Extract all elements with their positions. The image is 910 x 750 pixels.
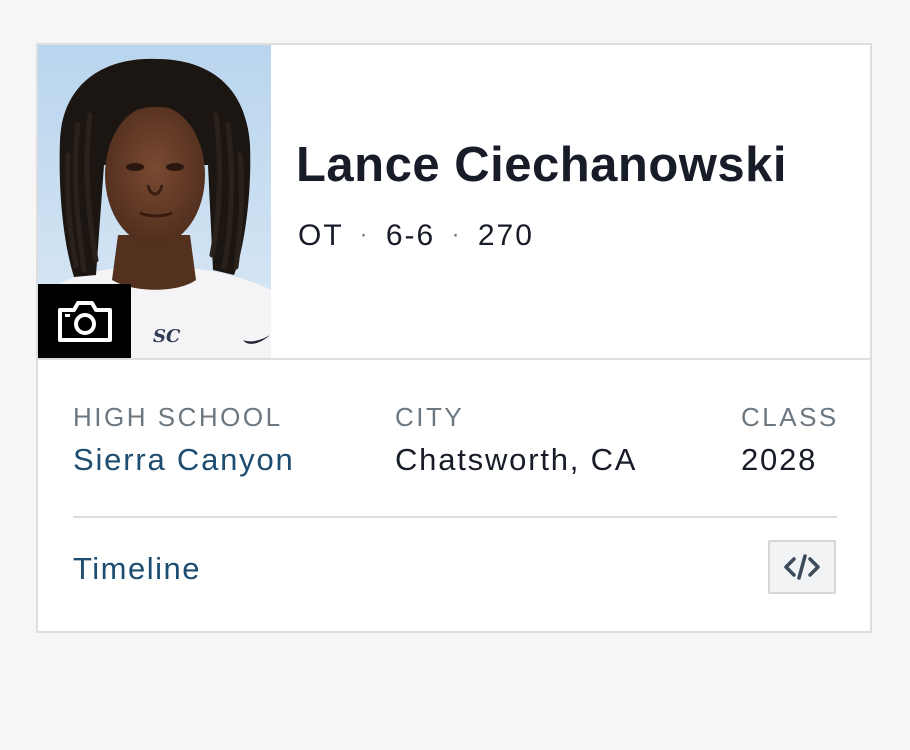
separator: · <box>359 221 370 248</box>
high-school-label: HIGH SCHOOL <box>73 402 283 432</box>
player-photo: SC <box>38 45 271 358</box>
photo-gallery-button[interactable] <box>38 284 131 358</box>
code-embed-icon <box>784 554 820 580</box>
player-height: 6-6 <box>385 219 436 252</box>
separator: · <box>451 221 462 248</box>
class-label: CLASS <box>741 402 839 432</box>
city-label: CITY <box>395 402 465 432</box>
timeline-link[interactable]: Timeline <box>73 551 201 587</box>
player-weight: 270 <box>477 219 534 252</box>
class-value: 2028 <box>741 442 818 477</box>
player-header: SC Lance Ciechanowski OT · 6-6 · 270 <box>38 45 870 360</box>
jersey-logo: SC <box>153 326 181 347</box>
divider <box>73 516 837 518</box>
city-value: Chatsworth, CA <box>395 442 638 477</box>
high-school-link[interactable]: Sierra Canyon <box>73 442 295 478</box>
player-card: SC Lance Ciechanowski OT · 6-6 · 270 HIG… <box>36 43 872 633</box>
camera-icon <box>57 301 112 342</box>
player-measurables: OT · 6-6 · 270 <box>298 219 534 253</box>
player-position: OT <box>298 219 344 252</box>
embed-button[interactable] <box>768 540 836 594</box>
player-name: Lance Ciechanowski <box>296 138 788 192</box>
